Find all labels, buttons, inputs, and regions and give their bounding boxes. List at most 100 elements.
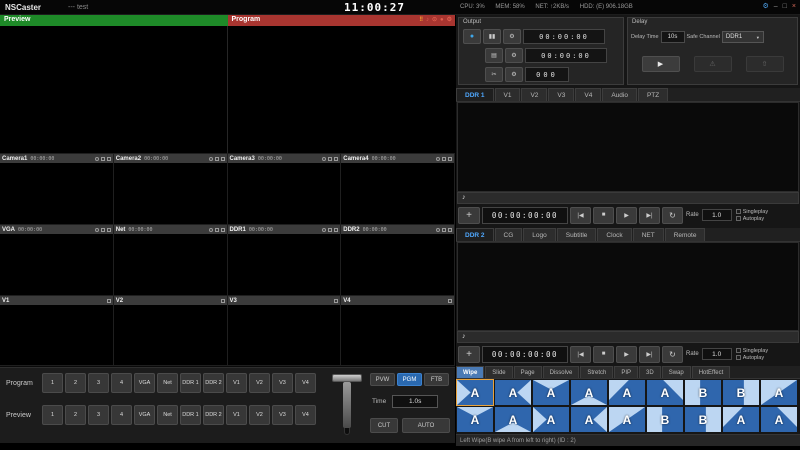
delay-warning-button[interactable]: ⚠ xyxy=(694,56,732,72)
stream-button[interactable]: ▤ xyxy=(485,48,503,63)
program-bus-v4[interactable]: V4 xyxy=(295,373,316,393)
effect-thumb[interactable]: A xyxy=(723,407,759,432)
program-bus-v1[interactable]: V1 xyxy=(226,373,247,393)
effect-thumb[interactable]: A xyxy=(495,407,531,432)
preview-bus-v1[interactable]: V1 xyxy=(226,405,247,425)
multiview-cell-camera1[interactable]: Camera1 00:00:00 xyxy=(0,154,114,225)
program-bus-3[interactable]: 3 xyxy=(88,373,109,393)
delay-eject-button[interactable]: ⇧ xyxy=(746,56,784,72)
tab-v3[interactable]: V3 xyxy=(548,88,574,101)
effect-thumb[interactable]: A xyxy=(571,407,607,432)
preview-bus-4[interactable]: 4 xyxy=(111,405,132,425)
clip-settings-icon[interactable]: ⚙ xyxy=(505,67,523,82)
effect-thumb-left-wipe[interactable]: A xyxy=(457,380,493,405)
tab-subtitle[interactable]: Subtitle xyxy=(557,228,597,241)
effect-thumb[interactable]: A xyxy=(571,380,607,405)
preview-bus-v4[interactable]: V4 xyxy=(295,405,316,425)
tab-dissolve[interactable]: Dissolve xyxy=(543,366,580,378)
gear-icon[interactable]: ⚙ xyxy=(447,16,452,25)
close-icon[interactable]: × xyxy=(792,2,796,12)
preview-bus-1[interactable]: 1 xyxy=(42,405,63,425)
effect-thumb[interactable]: A xyxy=(761,380,797,405)
tab-v1[interactable]: V1 xyxy=(495,88,521,101)
effect-thumb[interactable]: A xyxy=(533,380,569,405)
player2-autoplay-checkbox[interactable]: Autoplay xyxy=(736,355,768,361)
auto-button[interactable]: AUTO xyxy=(402,418,450,433)
minimize-icon[interactable]: – xyxy=(774,2,778,12)
tab-hoteffect[interactable]: HotEffect xyxy=(692,366,731,378)
ddr1-media-list[interactable] xyxy=(457,102,799,192)
player1-prev-button[interactable]: |◀ xyxy=(570,207,591,224)
program-bus-4[interactable]: 4 xyxy=(111,373,132,393)
tab-clock[interactable]: Clock xyxy=(597,228,631,241)
effect-thumb[interactable]: A xyxy=(495,380,531,405)
multiview-cell-v3[interactable]: V3 xyxy=(228,296,342,366)
effect-thumb[interactable]: B xyxy=(685,407,721,432)
player2-rate-input[interactable]: 1.0 xyxy=(702,348,732,360)
player1-play-button[interactable]: ▶ xyxy=(616,207,637,224)
effect-thumb[interactable]: A xyxy=(647,380,683,405)
multiview-cell-vga[interactable]: VGA 00:00:00 xyxy=(0,225,114,296)
tab-swap[interactable]: Swap xyxy=(662,366,691,378)
tab-cg[interactable]: CG xyxy=(495,228,523,241)
player2-next-button[interactable]: ▶| xyxy=(639,346,660,363)
alert-icon[interactable]: ‼ xyxy=(419,16,423,25)
player1-next-button[interactable]: ▶| xyxy=(639,207,660,224)
program-bus-v2[interactable]: V2 xyxy=(249,373,270,393)
player2-loop-button[interactable]: ↻ xyxy=(662,346,683,363)
tab-v2[interactable]: V2 xyxy=(521,88,547,101)
tab-logo[interactable]: Logo xyxy=(523,228,555,241)
tab-slide[interactable]: Slide xyxy=(485,366,512,378)
pause-record-button[interactable]: ▮▮ xyxy=(483,29,501,44)
effect-thumb[interactable]: A xyxy=(609,380,645,405)
speaker-icon[interactable]: ♪ xyxy=(462,193,466,203)
pvw-button[interactable]: PVW xyxy=(370,373,395,386)
multiview-cell-ddr1[interactable]: DDR1 00:00:00 xyxy=(228,225,342,296)
effect-thumb[interactable]: A xyxy=(761,407,797,432)
program-bus-2[interactable]: 2 xyxy=(65,373,86,393)
ddr2-media-list[interactable] xyxy=(457,242,799,331)
multiview-cell-net[interactable]: Net 00:00:00 xyxy=(114,225,228,296)
effect-thumb[interactable]: B xyxy=(723,380,759,405)
program-bus-1[interactable]: 1 xyxy=(42,373,63,393)
multiview-cell-v2[interactable]: V2 xyxy=(114,296,228,366)
player1-autoplay-checkbox[interactable]: Autoplay xyxy=(736,216,768,222)
preview-bus-net[interactable]: Net xyxy=(157,405,178,425)
preview-bus-2[interactable]: 2 xyxy=(65,405,86,425)
effect-thumb[interactable]: A xyxy=(457,407,493,432)
record-button[interactable]: ● xyxy=(463,29,481,44)
settings-icon[interactable]: ⚙ xyxy=(762,2,768,12)
tab-ddr2[interactable]: DDR 2 xyxy=(456,228,494,241)
tab-audio[interactable]: Audio xyxy=(602,88,637,101)
tab-pip[interactable]: PIP xyxy=(614,366,638,378)
broadcast-icon[interactable]: ⊙ xyxy=(432,16,437,25)
preview-bus-v3[interactable]: V3 xyxy=(272,405,293,425)
audio-icon[interactable]: ♪ xyxy=(426,16,429,25)
delay-play-button[interactable]: ▶ xyxy=(642,56,680,72)
stream-settings-icon[interactable]: ⚙ xyxy=(505,48,523,63)
t-bar-handle[interactable] xyxy=(332,374,362,382)
multiview-cell-camera3[interactable]: Camera3 00:00:00 xyxy=(228,154,342,225)
cut-button[interactable]: CUT xyxy=(370,418,398,433)
program-bus-ddr2[interactable]: DDR 2 xyxy=(203,373,224,393)
effect-thumb[interactable]: A xyxy=(533,407,569,432)
program-bus-vga[interactable]: VGA xyxy=(134,373,155,393)
tab-stretch[interactable]: Stretch xyxy=(580,366,613,378)
player1-stop-button[interactable]: ■ xyxy=(593,207,614,224)
clip-button[interactable]: ✂ xyxy=(485,67,503,82)
effect-thumb[interactable]: B xyxy=(685,380,721,405)
tab-remote[interactable]: Remote xyxy=(665,228,706,241)
effect-thumb[interactable]: A xyxy=(609,407,645,432)
preview-bus-vga[interactable]: VGA xyxy=(134,405,155,425)
player2-add-media-button[interactable]: + xyxy=(458,346,480,363)
tab-3d[interactable]: 3D xyxy=(639,366,661,378)
program-bus-v3[interactable]: V3 xyxy=(272,373,293,393)
tab-page[interactable]: Page xyxy=(514,366,542,378)
time-input[interactable]: 1.0s xyxy=(392,395,438,408)
program-bus-net[interactable]: Net xyxy=(157,373,178,393)
tab-ddr1[interactable]: DDR 1 xyxy=(456,88,494,101)
speaker-icon[interactable]: ♪ xyxy=(462,332,466,342)
multiview-cell-ddr2[interactable]: DDR2 00:00:00 xyxy=(341,225,455,296)
record-settings-icon[interactable]: ⚙ xyxy=(503,29,521,44)
player2-prev-button[interactable]: |◀ xyxy=(570,346,591,363)
